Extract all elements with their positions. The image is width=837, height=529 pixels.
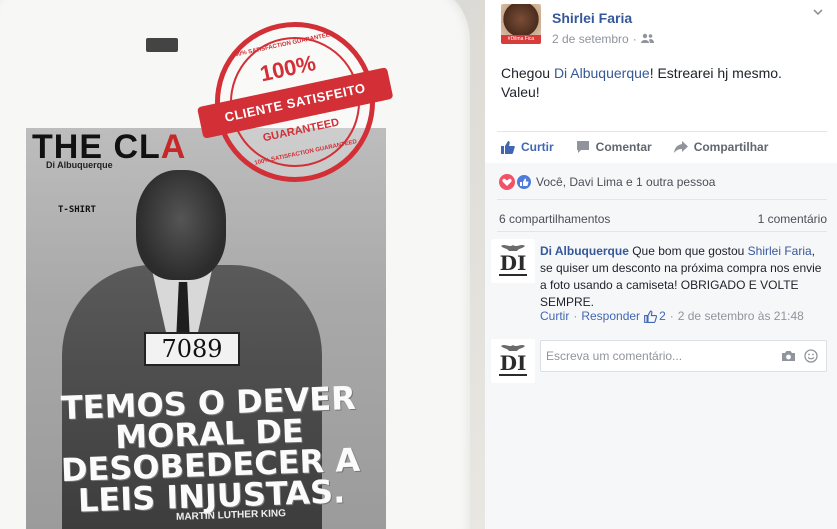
friends-icon[interactable] <box>640 32 654 46</box>
reactions-summary[interactable]: Você, Davi Lima e 1 outra pessoa <box>499 174 715 190</box>
comment-body: Di Albuquerque Que bom que gostou Shirle… <box>540 244 822 309</box>
post-date[interactable]: 2 de setembro <box>552 32 629 46</box>
thumbs-up-outline-icon <box>644 310 658 323</box>
share-icon <box>673 141 688 153</box>
comment-likes[interactable]: 2 <box>644 309 666 323</box>
di-logo-icon: DI <box>499 245 527 276</box>
reactions-text: Você, Davi Lima e 1 outra pessoa <box>536 175 716 189</box>
print-brand: Di Albuquerque <box>46 160 113 170</box>
comment-actions: Curtir · Responder 2 · 2 de setembro às … <box>540 309 804 323</box>
comment-likes-count: 2 <box>659 309 666 323</box>
facebook-photo-viewer: THE CLA Di Albuquerque T-SHIRT 7089 TEMO… <box>0 0 837 529</box>
emoji-icon[interactable] <box>804 349 818 366</box>
print-slogan: TEMOS O DEVER MORAL DE DESOBEDECER A LEI… <box>60 378 361 520</box>
post-actions: Curtir Comentar Compartilhar <box>501 138 768 156</box>
comment-button[interactable]: Comentar <box>576 138 652 156</box>
camera-icon[interactable] <box>781 350 796 365</box>
author-name[interactable]: Shirlei Faria <box>552 10 632 26</box>
shares-count[interactable]: 6 compartilhamentos <box>499 212 610 226</box>
author-avatar[interactable]: #Dilma Fica <box>501 4 541 44</box>
like-button-label: Curtir <box>521 140 554 154</box>
print-tshirt-label: T-SHIRT <box>58 205 96 215</box>
comments-count[interactable]: 1 comentário <box>758 212 827 226</box>
like-button[interactable]: Curtir <box>501 138 554 156</box>
commenter-avatar[interactable]: DI <box>491 239 535 283</box>
comment-button-label: Comentar <box>595 140 652 154</box>
separator: · <box>573 309 578 323</box>
svg-text:DI: DI <box>500 351 527 375</box>
share-button[interactable]: Compartilhar <box>673 138 769 156</box>
comment-input-box <box>540 340 827 372</box>
comment-reply-link[interactable]: Responder <box>581 309 640 323</box>
separator: · <box>669 309 674 323</box>
comment-input[interactable] <box>546 341 776 371</box>
comment-author[interactable]: Di Albuquerque <box>540 244 629 258</box>
thumbs-up-icon <box>501 141 515 154</box>
share-button-label: Compartilhar <box>693 140 769 154</box>
comment-timestamp[interactable]: 2 de setembro às 21:48 <box>678 309 804 323</box>
post-side-panel: #Dilma Fica Shirlei Faria 2 de setembro … <box>485 0 837 529</box>
post-meta: 2 de setembro · <box>552 32 654 46</box>
like-reaction-icon <box>516 174 532 190</box>
comment-mention[interactable]: Shirlei Faria <box>748 244 812 258</box>
meta-separator: · <box>632 32 637 46</box>
chevron-down-icon[interactable] <box>813 8 823 18</box>
current-user-avatar: DI <box>491 339 535 383</box>
divider <box>497 131 827 132</box>
divider <box>497 231 827 232</box>
collar-tag <box>146 38 178 52</box>
divider <box>497 199 827 200</box>
feedback-section: Você, Davi Lima e 1 outra pessoa 6 compa… <box>485 163 837 529</box>
di-logo-icon: DI <box>499 345 527 376</box>
portrait-head <box>136 170 226 280</box>
placard-number: 7089 <box>144 332 240 366</box>
post-text: Chegou Di Albuquerque! Estrearei hj mesm… <box>501 65 782 100</box>
comment-icon <box>576 141 589 153</box>
mentioned-page-link[interactable]: Di Albuquerque <box>554 65 650 81</box>
comment-like-link[interactable]: Curtir <box>540 309 569 323</box>
avatar-band-text: #Dilma Fica <box>501 35 541 44</box>
svg-text:DI: DI <box>500 251 527 275</box>
heart-icon <box>499 174 515 190</box>
post-photo[interactable]: THE CLA Di Albuquerque T-SHIRT 7089 TEMO… <box>0 0 485 529</box>
